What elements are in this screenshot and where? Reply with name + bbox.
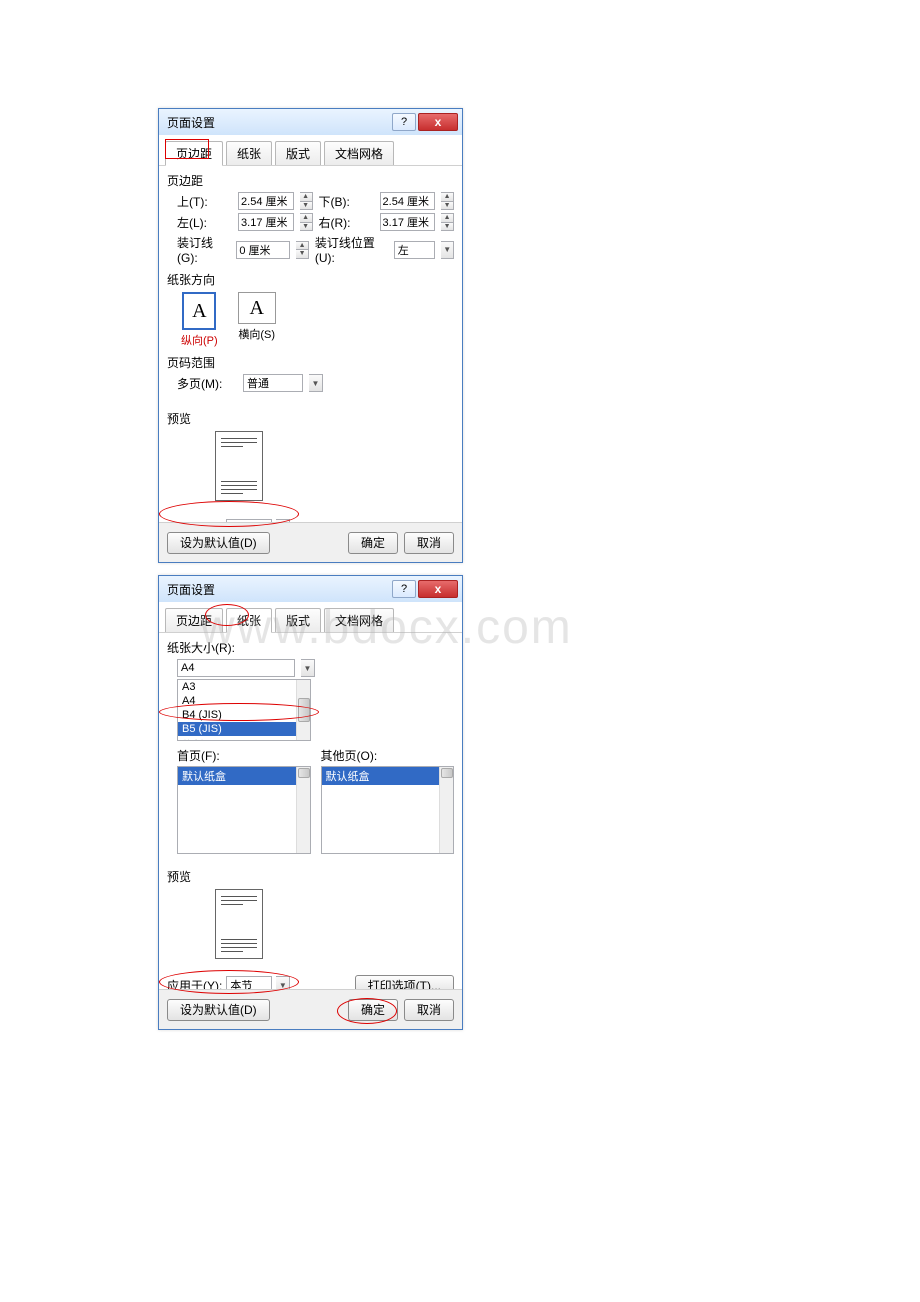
preview-thumbnail <box>215 431 263 501</box>
papersize-label: 纸张大小(R): <box>167 639 454 656</box>
tab-grid[interactable]: 文档网格 <box>324 608 394 632</box>
list-item[interactable]: 信封 #10 <box>178 736 310 741</box>
tab-layout[interactable]: 版式 <box>275 608 321 632</box>
landscape-label: 横向(S) <box>238 326 275 342</box>
list-item[interactable]: A3 <box>178 680 310 694</box>
gutter-pos-label: 装订线位置(U): <box>315 234 388 265</box>
left-label: 左(L): <box>177 214 232 231</box>
left-input[interactable]: 3.17 厘米 <box>238 213 294 231</box>
dialog-content: 页边距 上(T): 2.54 厘米 ▲▼ 下(B): 2.54 厘米 ▲▼ 左(… <box>159 166 462 527</box>
tab-paper[interactable]: 纸张 <box>226 608 272 633</box>
list-item-selected[interactable]: 默认纸盒 <box>322 767 454 785</box>
list-item[interactable]: A4 <box>178 694 310 708</box>
group-papersource: 首页(F): 默认纸盒 其他页(O): 默认纸盒 <box>167 747 454 854</box>
top-input[interactable]: 2.54 厘米 <box>238 192 294 210</box>
tab-paper[interactable]: 纸张 <box>226 141 272 165</box>
scrollbar[interactable] <box>296 767 310 853</box>
papersize-list[interactable]: A3 A4 B4 (JIS) B5 (JIS) 信封 #10 <box>177 679 311 741</box>
multipage-dropdown[interactable]: ▼ <box>309 374 323 392</box>
ok-button[interactable]: 确定 <box>348 532 398 554</box>
pagerange-group-label: 页码范围 <box>167 354 454 371</box>
left-spinner[interactable]: ▲▼ <box>300 213 313 231</box>
gutter-input[interactable]: 0 厘米 <box>236 241 290 259</box>
scrollbar[interactable] <box>296 680 310 740</box>
bottom-spinner[interactable]: ▲▼ <box>441 192 454 210</box>
dialog-title: 页面设置 <box>167 581 392 598</box>
dialog-footer: 设为默认值(D) 确定 取消 <box>159 522 462 562</box>
multipage-label: 多页(M): <box>177 375 237 392</box>
ok-button[interactable]: 确定 <box>348 999 398 1021</box>
multipage-combo[interactable]: 普通 <box>243 374 303 392</box>
orientation-group-label: 纸张方向 <box>167 271 454 288</box>
right-label: 右(R): <box>319 214 374 231</box>
scrollbar[interactable] <box>439 767 453 853</box>
page-setup-dialog-paper: 页面设置 ? x 页边距 纸张 版式 文档网格 纸张大小(R): A4 ▼ A3… <box>158 575 463 1030</box>
close-button[interactable]: x <box>418 580 458 598</box>
titlebar[interactable]: 页面设置 ? x <box>159 109 462 135</box>
gutter-label: 装订线(G): <box>177 234 230 265</box>
firstpage-label: 首页(F): <box>177 747 311 764</box>
orientation-portrait[interactable]: A 纵向(P) <box>181 292 218 348</box>
set-default-button[interactable]: 设为默认值(D) <box>167 532 270 554</box>
cancel-button[interactable]: 取消 <box>404 532 454 554</box>
papersize-dropdown[interactable]: ▼ <box>301 659 315 677</box>
list-item-selected[interactable]: 默认纸盒 <box>178 767 310 785</box>
top-spinner[interactable]: ▲▼ <box>300 192 313 210</box>
tab-margins[interactable]: 页边距 <box>165 141 223 166</box>
tab-grid[interactable]: 文档网格 <box>324 141 394 165</box>
firstpage-list[interactable]: 默认纸盒 <box>177 766 311 854</box>
preview-thumbnail <box>215 889 263 959</box>
group-preview: 预览 <box>167 868 454 959</box>
dialog-content: 纸张大小(R): A4 ▼ A3 A4 B4 (JIS) B5 (JIS) 信封… <box>159 633 462 994</box>
otherpage-list[interactable]: 默认纸盒 <box>321 766 455 854</box>
close-button[interactable]: x <box>418 113 458 131</box>
group-preview: 预览 <box>167 410 454 501</box>
cancel-button[interactable]: 取消 <box>404 999 454 1021</box>
bottom-label: 下(B): <box>319 193 374 210</box>
titlebar[interactable]: 页面设置 ? x <box>159 576 462 602</box>
gutter-spinner[interactable]: ▲▼ <box>296 241 309 259</box>
right-spinner[interactable]: ▲▼ <box>441 213 454 231</box>
tab-strip: 页边距 纸张 版式 文档网格 <box>159 602 462 633</box>
papersize-combo[interactable]: A4 <box>177 659 295 677</box>
gutter-pos-combo[interactable]: 左 <box>394 241 436 259</box>
preview-label: 预览 <box>167 868 454 885</box>
group-orientation: 纸张方向 A 纵向(P) A 横向(S) <box>167 271 454 348</box>
group-pagerange: 页码范围 多页(M): 普通 ▼ <box>167 354 454 392</box>
landscape-icon: A <box>238 292 276 324</box>
help-button[interactable]: ? <box>392 113 416 131</box>
dialog-title: 页面设置 <box>167 114 392 131</box>
bottom-input[interactable]: 2.54 厘米 <box>380 192 436 210</box>
list-item-selected[interactable]: B5 (JIS) <box>178 722 310 736</box>
preview-label: 预览 <box>167 410 454 427</box>
group-margins: 页边距 上(T): 2.54 厘米 ▲▼ 下(B): 2.54 厘米 ▲▼ 左(… <box>167 172 454 265</box>
gutter-pos-dropdown[interactable]: ▼ <box>441 241 454 259</box>
page-setup-dialog-margins: 页面设置 ? x 页边距 纸张 版式 文档网格 页边距 上(T): 2.54 厘… <box>158 108 463 563</box>
tab-margins[interactable]: 页边距 <box>165 608 223 632</box>
dialog-footer: 设为默认值(D) 确定 取消 <box>159 989 462 1029</box>
set-default-button[interactable]: 设为默认值(D) <box>167 999 270 1021</box>
orientation-landscape[interactable]: A 横向(S) <box>238 292 276 348</box>
margins-group-label: 页边距 <box>167 172 454 189</box>
help-button[interactable]: ? <box>392 580 416 598</box>
top-label: 上(T): <box>177 193 232 210</box>
otherpage-label: 其他页(O): <box>321 747 455 764</box>
list-item[interactable]: B4 (JIS) <box>178 708 310 722</box>
tab-layout[interactable]: 版式 <box>275 141 321 165</box>
portrait-label: 纵向(P) <box>181 332 218 348</box>
group-papersize: 纸张大小(R): A4 ▼ A3 A4 B4 (JIS) B5 (JIS) 信封… <box>167 639 454 741</box>
portrait-icon: A <box>182 292 216 330</box>
tab-strip: 页边距 纸张 版式 文档网格 <box>159 135 462 166</box>
right-input[interactable]: 3.17 厘米 <box>380 213 436 231</box>
